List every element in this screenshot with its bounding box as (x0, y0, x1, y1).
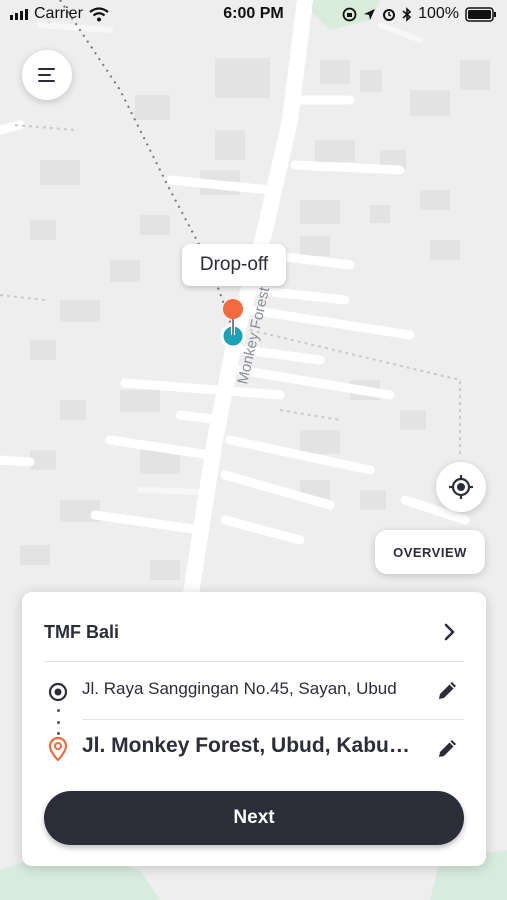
place-title: TMF Bali (44, 622, 119, 642)
pickup-address: Jl. Raya Sanggingan No.45, Sayan, Ubud (82, 679, 397, 698)
destination-row[interactable]: Jl. Monkey Forest, Ubud, Kabupaten Giany… (22, 720, 486, 776)
status-bar: Carrier 6:00 PM 100% (0, 0, 507, 30)
trip-card: TMF Bali Jl. Raya Sanggingan No.45, Saya… (22, 592, 486, 866)
alarm-icon (383, 9, 396, 21)
pencil-icon[interactable] (436, 678, 460, 702)
pickup-row[interactable]: Jl. Raya Sanggingan No.45, Sayan, Ubud (22, 662, 486, 718)
battery-percent: 100% (418, 5, 459, 22)
origin-dot-icon (48, 682, 68, 702)
bluetooth-icon (402, 6, 412, 22)
next-button[interactable]: Next (44, 791, 464, 845)
chevron-right-icon (444, 623, 455, 641)
location-pin-icon (48, 736, 68, 762)
hamburger-menu-icon (38, 68, 55, 82)
location-arrow-icon (364, 8, 376, 20)
dropoff-callout: Drop-off (182, 244, 286, 286)
destination-address: Jl. Monkey Forest, Ubud, Kabupaten Giany… (82, 734, 412, 757)
place-title-row[interactable]: TMF Bali (22, 592, 486, 662)
rotation-lock-icon (342, 7, 357, 21)
status-icons: 100% (342, 5, 497, 23)
pencil-icon[interactable] (436, 736, 460, 760)
overview-label: OVERVIEW (393, 544, 467, 560)
locate-me-button[interactable] (436, 462, 486, 512)
menu-button[interactable] (22, 50, 72, 100)
dropoff-label: Drop-off (199, 254, 269, 275)
crosshair-locate-icon (449, 475, 473, 499)
battery-icon (465, 6, 496, 22)
next-label: Next (233, 807, 275, 828)
overview-button[interactable]: OVERVIEW (375, 530, 485, 574)
